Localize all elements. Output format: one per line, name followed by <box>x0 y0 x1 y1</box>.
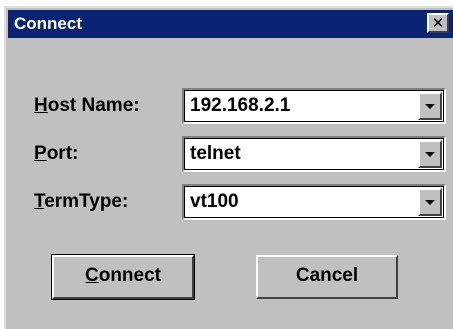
host-name-value[interactable]: 192.168.2.1 <box>190 94 290 118</box>
close-button[interactable]: ✕ <box>427 13 449 33</box>
connect-dialog: Connect ✕ Host Name: 192.168.2.1 Port: t… <box>4 6 453 329</box>
port-value[interactable]: telnet <box>190 142 241 166</box>
termtype-value[interactable]: vt100 <box>190 190 239 214</box>
window-title: Connect <box>14 14 82 33</box>
title-bar[interactable]: Connect ✕ <box>8 10 453 38</box>
termtype-combobox[interactable]: vt100 <box>182 184 446 220</box>
connect-button[interactable]: Connect <box>51 254 195 300</box>
port-label: Port: <box>34 143 79 164</box>
host-name-combobox[interactable]: 192.168.2.1 <box>182 88 446 124</box>
port-combobox[interactable]: telnet <box>182 136 446 172</box>
termtype-label: TermType: <box>34 191 129 212</box>
close-icon: ✕ <box>431 14 445 32</box>
termtype-dropdown-button[interactable] <box>418 188 442 216</box>
port-dropdown-button[interactable] <box>418 140 442 168</box>
host-name-dropdown-button[interactable] <box>418 92 442 120</box>
host-name-label: Host Name: <box>34 95 140 116</box>
cancel-button[interactable]: Cancel <box>256 255 398 299</box>
